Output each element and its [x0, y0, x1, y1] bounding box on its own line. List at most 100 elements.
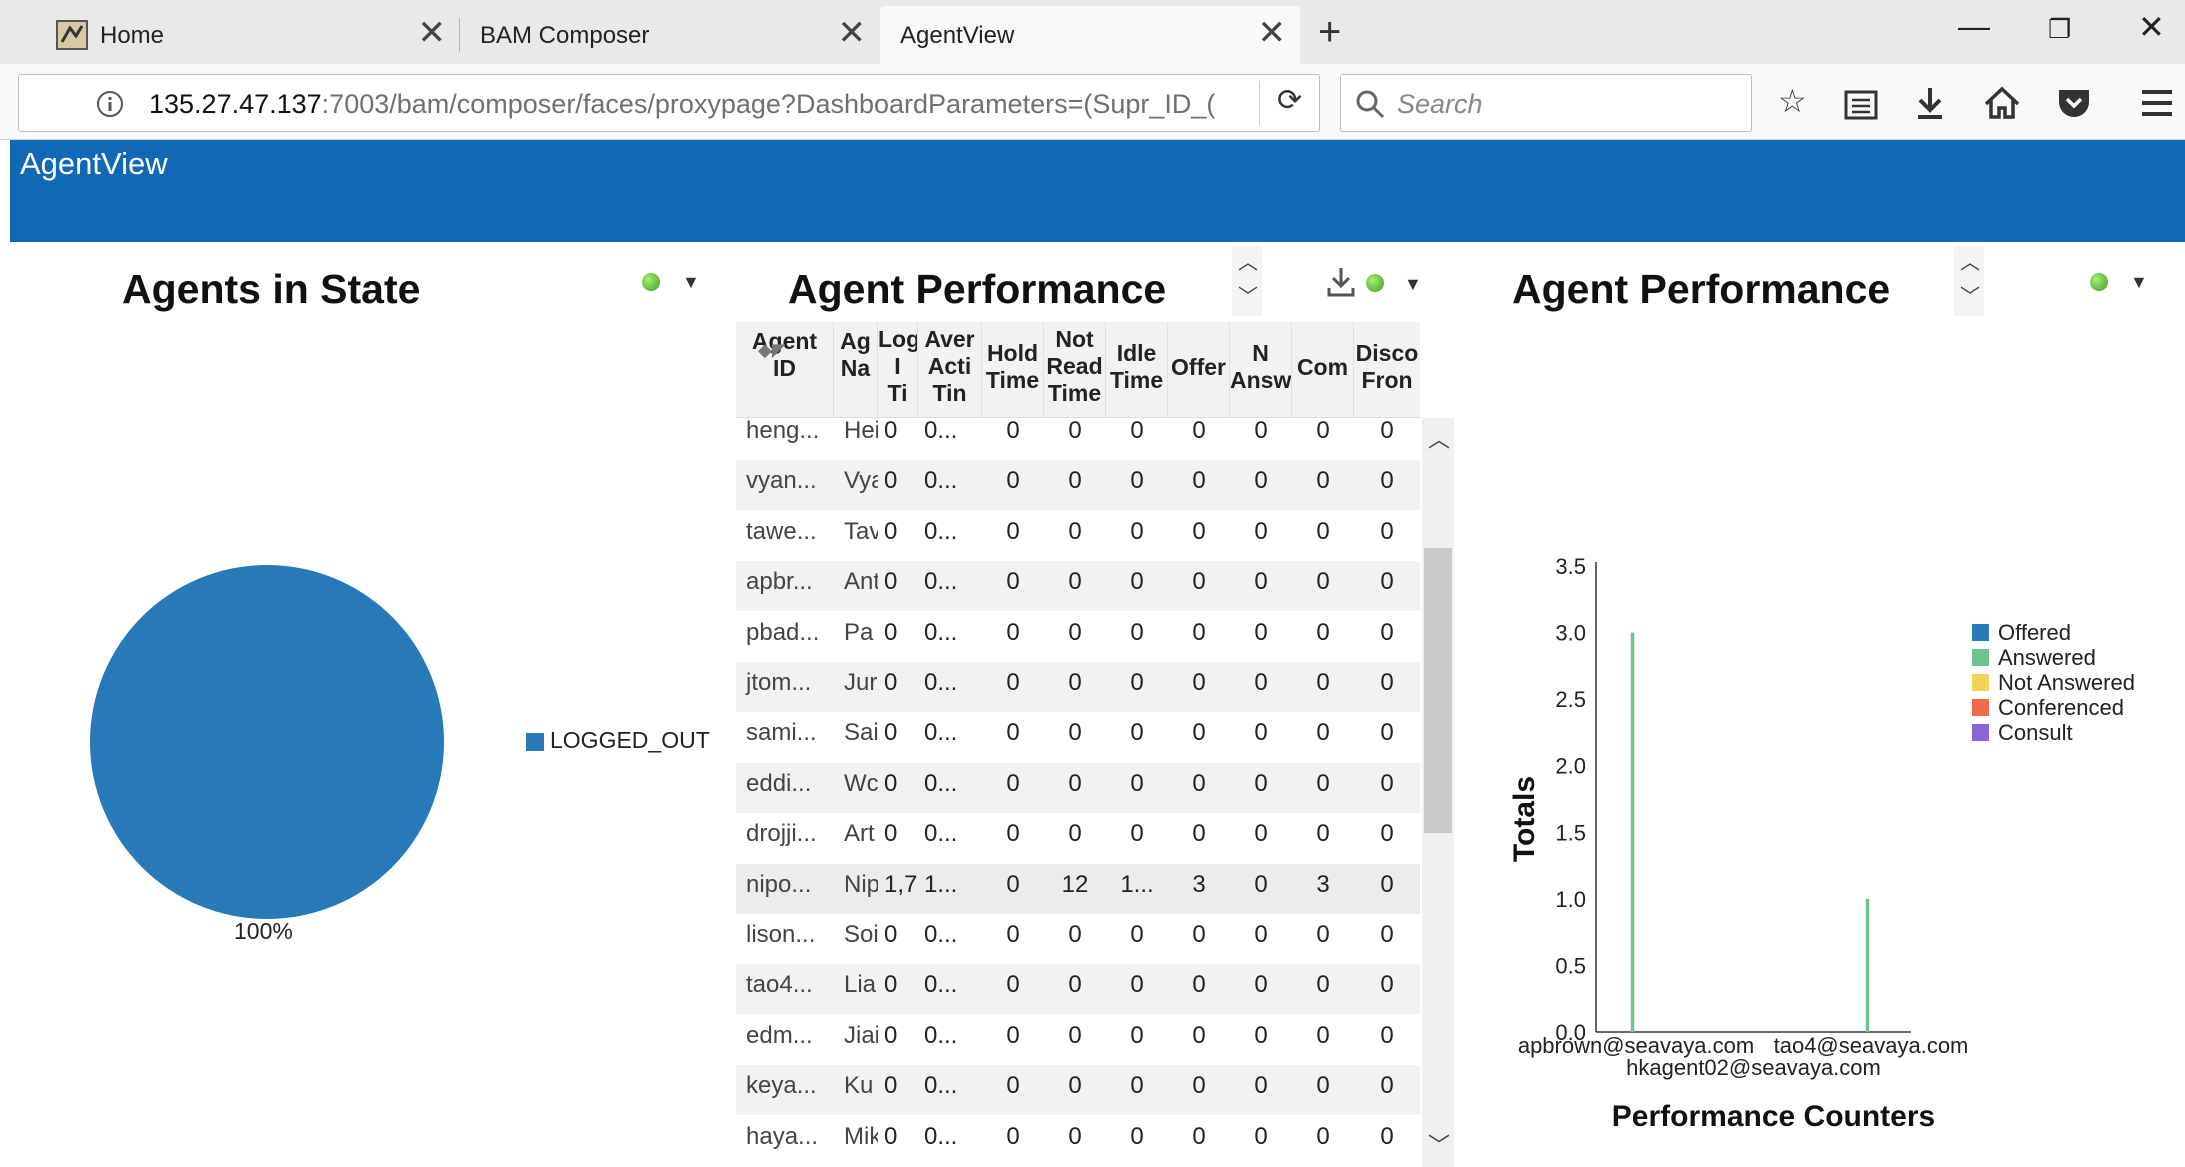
- table-row[interactable]: vyan... Vya 0 0... 0 0 0 0 0 0 0: [736, 460, 1420, 511]
- scroll-down-icon[interactable]: ﹀: [1428, 1128, 1450, 1160]
- pie-chart: [90, 565, 444, 919]
- table-row[interactable]: pbad... Pa 0 0... 0 0 0 0 0 0 0: [736, 612, 1420, 662]
- column-header[interactable]: Hold Time: [982, 322, 1044, 418]
- bookmark-star-icon[interactable]: ☆: [1778, 82, 1807, 120]
- table-cell: 0: [1006, 769, 1020, 797]
- table-cell: 0: [1192, 669, 1206, 696]
- table-row[interactable]: haya... Mik 0 0... 0 0 0 0 0 0 0: [736, 1116, 1420, 1166]
- column-header[interactable]: Agent ID: [736, 322, 834, 418]
- table-row[interactable]: sami... Sai 0 0... 0 0 0 0 0 0 0: [736, 712, 1420, 762]
- table-cell: 0: [1192, 1122, 1206, 1150]
- table-cell: 0: [884, 971, 898, 999]
- table-cell: 0: [1316, 769, 1330, 797]
- table-cell: 0: [1380, 719, 1394, 747]
- column-header[interactable]: Not Read Time: [1044, 322, 1106, 418]
- table-row[interactable]: edm... Jiai 0 0... 0 0 0 0 0 0 0: [736, 1015, 1420, 1065]
- table-row[interactable]: tawe... Tav 0 0... 0 0 0 0 0 0 0: [736, 511, 1420, 561]
- table-cell: 0: [1006, 568, 1020, 596]
- table-row[interactable]: drojji... Art 0 0... 0 0 0 0 0 0 0: [736, 813, 1420, 863]
- tab-bam-composer[interactable]: BAM Composer ✕: [460, 6, 880, 64]
- panel-menu-caret-icon[interactable]: ▼: [682, 272, 700, 293]
- table-row[interactable]: tao4... Lia 0 0... 0 0 0 0 0 0 0: [736, 964, 1420, 1015]
- table-cell: 12: [1061, 870, 1089, 898]
- jenkins-favicon-icon: [56, 20, 88, 50]
- table-cell: 0: [1316, 417, 1330, 444]
- export-download-icon[interactable]: [1326, 266, 1356, 298]
- column-header[interactable]: Aver Acti Tin: [918, 322, 982, 418]
- restore-icon[interactable]: ❐: [2048, 14, 2071, 45]
- table-cell: 0: [1068, 1122, 1082, 1150]
- download-icon[interactable]: [1914, 86, 1946, 120]
- table-cell: 0: [1192, 618, 1206, 646]
- column-header[interactable]: Disco Fron: [1354, 322, 1420, 418]
- pie-slice-logged-out[interactable]: [90, 565, 444, 919]
- panel-scroll-up-icon[interactable]: ︿: [1238, 246, 1258, 275]
- x-tick-label: tao4@seavaya.com: [1774, 1033, 1969, 1058]
- pocket-icon[interactable]: [2056, 86, 2092, 120]
- minimize-icon[interactable]: —: [1958, 8, 1990, 45]
- panel-menu-caret-icon[interactable]: ▼: [1404, 274, 1422, 295]
- panel-scroll-down-icon[interactable]: ﹀: [1238, 280, 1258, 309]
- table-row[interactable]: jtom... Jur 0 0... 0 0 0 0 0 0 0: [736, 662, 1420, 712]
- sort-indicator-icon[interactable]: ◆◤: [758, 340, 786, 361]
- table-scrollbar[interactable]: ︿ ﹀: [1422, 418, 1454, 1167]
- table-cell: drojji...: [746, 820, 817, 848]
- table-cell: 0...: [924, 921, 958, 948]
- refresh-gem-icon[interactable]: [642, 273, 660, 291]
- url-text: 135.27.47.137:7003/bam/composer/faces/pr…: [149, 89, 1249, 120]
- tab-agentview[interactable]: AgentView ✕: [880, 6, 1300, 64]
- table-row[interactable]: apbr... Ant 0 0... 0 0 0 0 0 0 0: [736, 561, 1420, 612]
- tab-home[interactable]: Home ✕: [10, 6, 460, 64]
- table-cell: 0: [1068, 568, 1082, 596]
- table-row[interactable]: keya... Ku 0 0... 0 0 0 0 0 0 0: [736, 1065, 1420, 1116]
- table-row[interactable]: heng... Hei 0 0... 0 0 0 0 0 0 0: [736, 410, 1420, 460]
- table-panel-title: Agent Performance: [788, 266, 1167, 312]
- home-icon[interactable]: [1984, 86, 2020, 120]
- column-header[interactable]: Com: [1292, 322, 1354, 418]
- menu-icon[interactable]: [2140, 88, 2174, 118]
- close-icon[interactable]: ✕: [838, 16, 867, 50]
- reading-list-icon[interactable]: [1844, 88, 1878, 120]
- column-header[interactable]: N Answ: [1230, 322, 1292, 418]
- table-cell: pbad...: [746, 618, 820, 646]
- close-icon[interactable]: ✕: [418, 16, 447, 50]
- info-icon[interactable]: [95, 89, 125, 119]
- table-cell: Hei: [844, 417, 878, 444]
- table-cell: 0: [1380, 1122, 1394, 1150]
- url-path: :7003/bam/composer/faces/proxypage?Dashb…: [321, 89, 1216, 119]
- table-cell: 0...: [924, 1021, 958, 1049]
- table-header: Agent ID Ag Na Log I Ti Aver Acti Tin Ho…: [736, 322, 1420, 418]
- table-cell: Sai: [844, 719, 878, 747]
- reload-icon[interactable]: ⟳: [1277, 83, 1302, 118]
- table-cell: heng...: [746, 417, 820, 444]
- legend-swatch: [1972, 699, 1989, 716]
- window-close-icon[interactable]: ✕: [2138, 8, 2165, 46]
- table-cell: Mik: [844, 1122, 878, 1150]
- scrollbar-thumb[interactable]: [1424, 548, 1452, 833]
- table-cell: 0: [1316, 1122, 1330, 1150]
- table-cell: 0: [884, 1021, 898, 1049]
- url-divider: [1259, 81, 1260, 125]
- column-header[interactable]: Log I Ti: [878, 322, 918, 418]
- y-tick-label: 3.0: [1555, 621, 1586, 646]
- table-cell: 0: [1130, 517, 1144, 545]
- table-row[interactable]: eddi... Wc 0 0... 0 0 0 0 0 0 0: [736, 762, 1420, 813]
- column-header[interactable]: Idle Time: [1106, 322, 1168, 418]
- table-cell: vyan...: [746, 467, 817, 495]
- scroll-up-icon[interactable]: ︿: [1428, 422, 1450, 454]
- url-bar[interactable]: 135.27.47.137:7003/bam/composer/faces/pr…: [18, 74, 1320, 132]
- table-cell: 0: [1068, 618, 1082, 646]
- close-icon[interactable]: ✕: [1258, 16, 1287, 50]
- table-cell: 0: [884, 1072, 898, 1100]
- column-header[interactable]: Offer: [1168, 322, 1230, 418]
- table-row[interactable]: nipo... Nip 1,7 1... 0 12 1... 3 0 3 0: [736, 863, 1420, 914]
- table-row[interactable]: lison... Soi 0 0... 0 0 0 0 0 0 0: [736, 914, 1420, 964]
- refresh-gem-icon[interactable]: [1366, 274, 1384, 292]
- table-cell: 0: [1254, 467, 1268, 495]
- table-cell: 0: [1006, 669, 1020, 696]
- new-tab-icon[interactable]: +: [1318, 10, 1341, 55]
- search-input[interactable]: Search: [1340, 74, 1752, 132]
- column-header[interactable]: Ag Na: [834, 322, 878, 418]
- app-header: AgentView: [10, 140, 2185, 242]
- table-cell: 0: [1006, 921, 1020, 948]
